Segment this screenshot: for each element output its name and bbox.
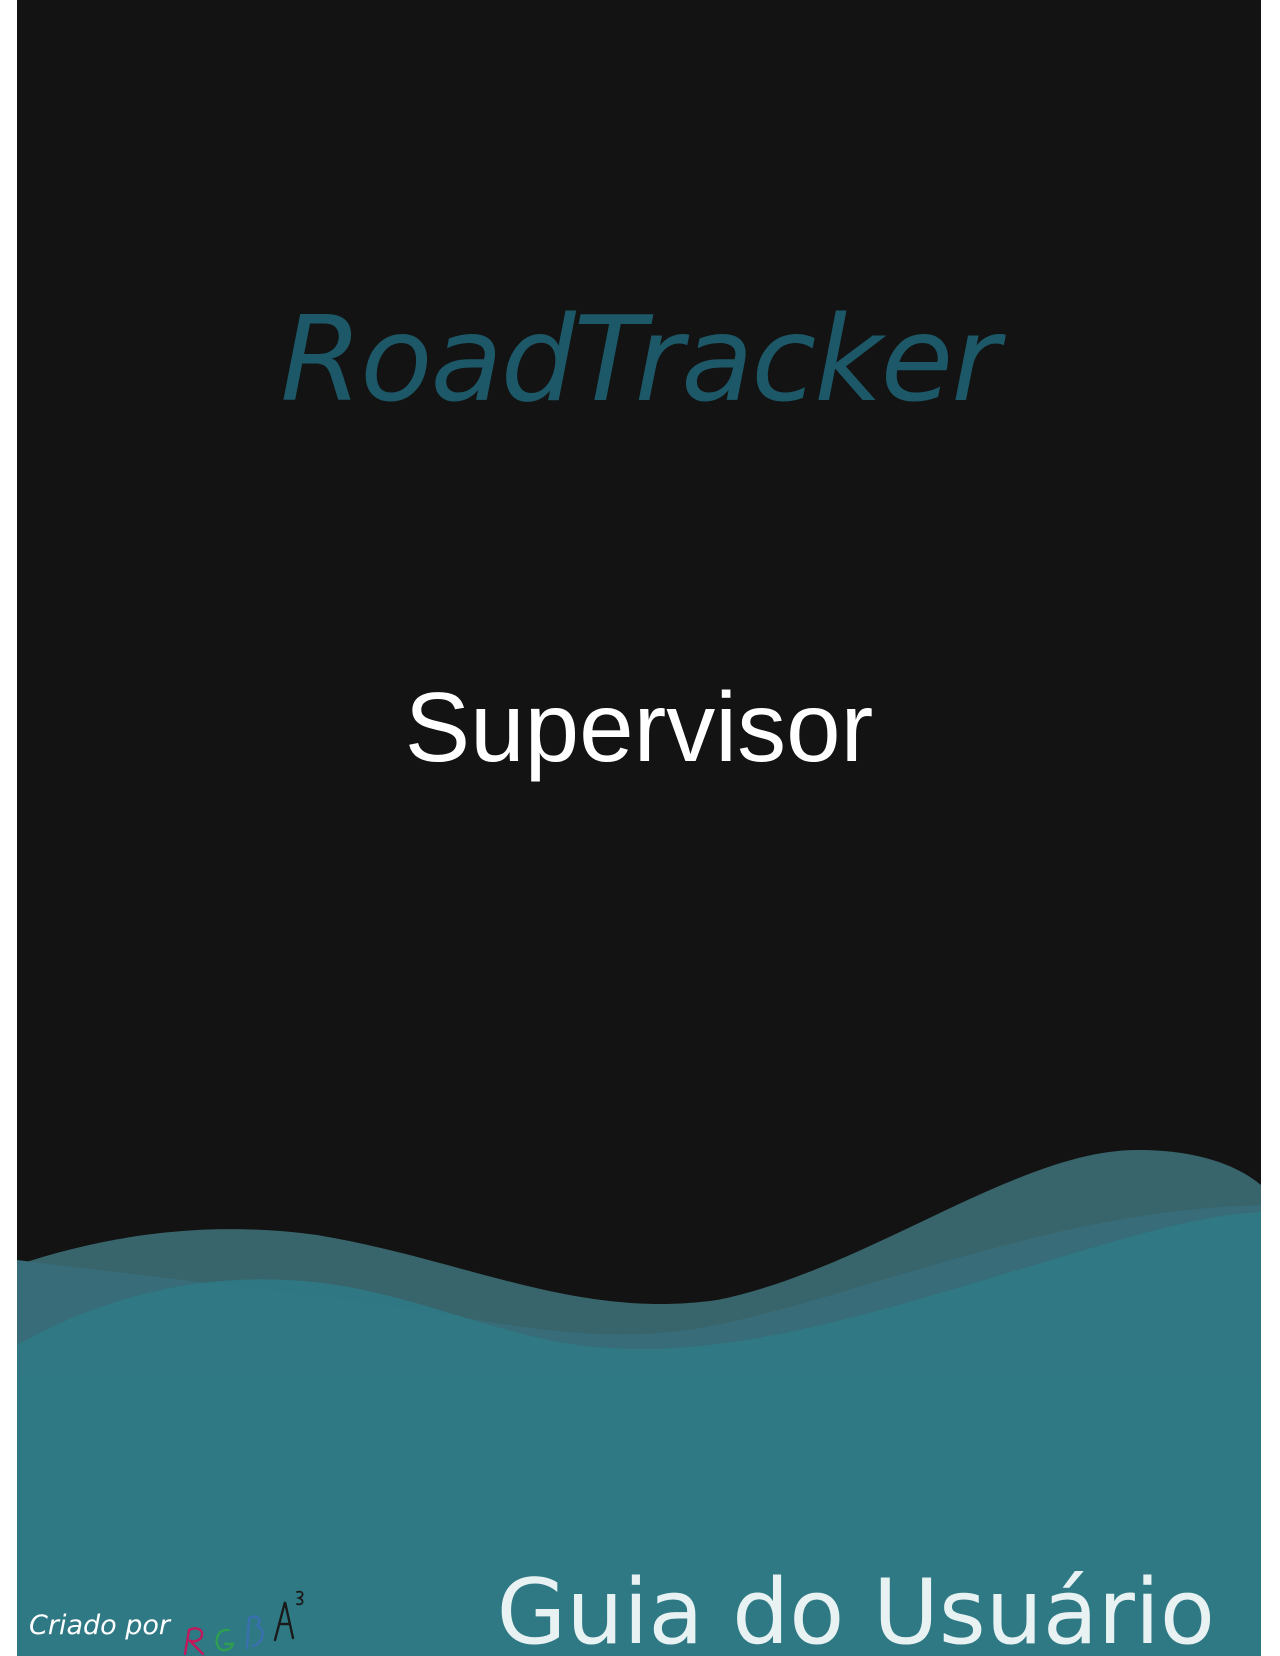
rgba-logo-icon bbox=[183, 1590, 304, 1656]
guide-title: Guia do Usuário bbox=[496, 1560, 1215, 1656]
credit-label: Criado por bbox=[29, 1610, 170, 1641]
wave-decoration bbox=[17, 1150, 1261, 1656]
app-title: RoadTracker bbox=[280, 290, 999, 428]
role-title: Supervisor bbox=[404, 672, 874, 782]
cover-page: RoadTracker Supervisor Guia do Usuário C… bbox=[17, 0, 1261, 1656]
